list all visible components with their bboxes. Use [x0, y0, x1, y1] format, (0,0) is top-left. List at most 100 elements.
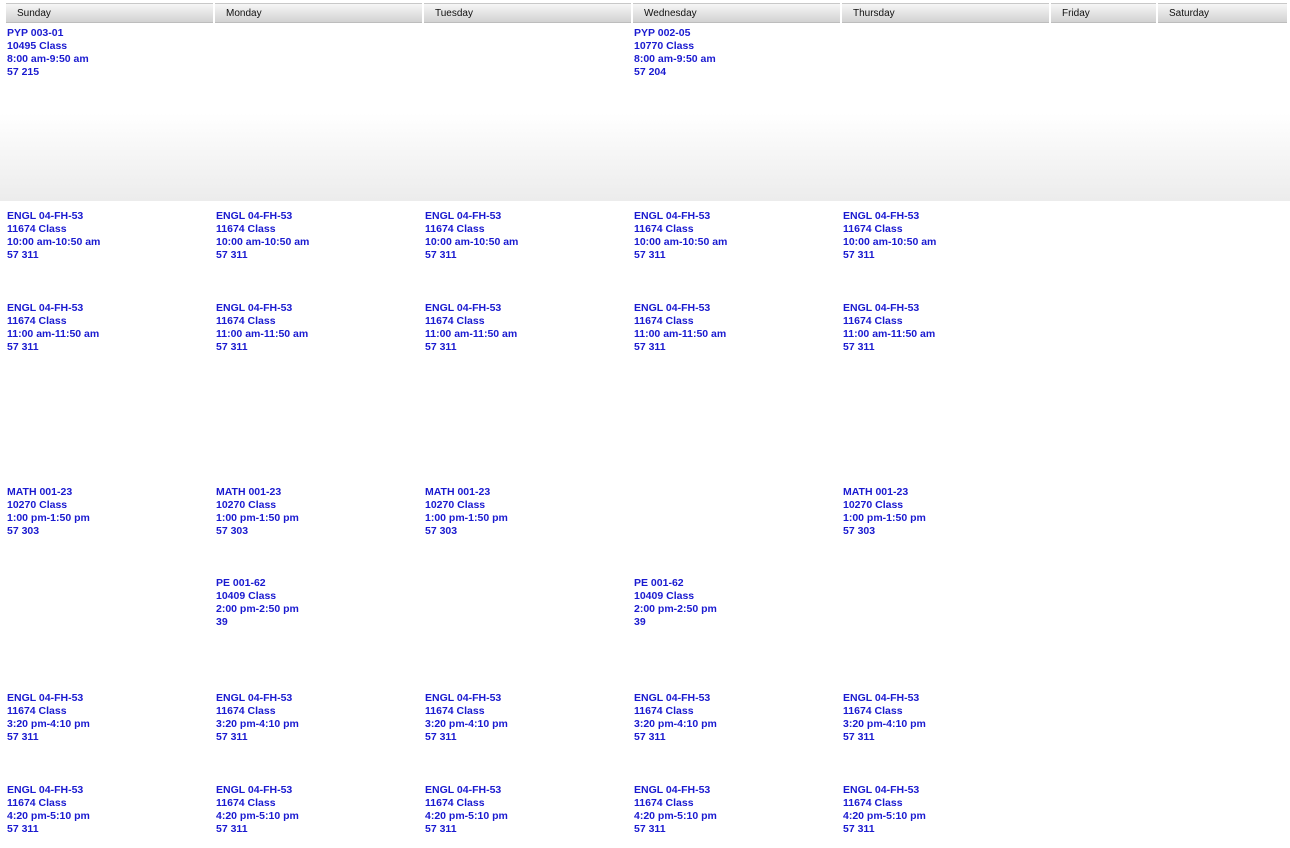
class-event-thursday[interactable]: ENGL 04-FH-53 11674 Class 4:20 pm-5:10 pm 5… [843, 784, 926, 836]
class-event-thursday[interactable]: ENGL 04-FH-53 11674 Class 3:20 pm-4:10 pm 5… [843, 692, 926, 744]
class-event-tuesday[interactable]: ENGL 04-FH-53 11674 Class 11:00 am-11:50 a… [425, 302, 517, 354]
event-time: 10:00 am-10:50 am [216, 236, 310, 248]
event-class-no: 11674 Class [634, 705, 694, 717]
event-room: 57 311 [425, 731, 457, 743]
event-time: 4:20 pm-5:10 pm [7, 810, 90, 822]
class-event-monday[interactable]: PE 001-62 10409 Class 2:00 pm-2:50 pm 39 [216, 577, 299, 629]
event-time: 11:00 am-11:50 am [843, 328, 936, 340]
day-header-thursday: Thursday [842, 3, 1049, 23]
event-time: 1:00 pm-1:50 pm [843, 512, 926, 524]
class-event-wednesday[interactable]: ENGL 04-FH-53 11674 Class 10:00 am-10:50 a… [634, 210, 727, 262]
class-event-monday[interactable]: ENGL 04-FH-53 11674 Class 10:00 am-10:50 a… [216, 210, 309, 262]
event-room: 39 [634, 616, 646, 628]
event-time: 11:00 am-11:50 am [425, 328, 518, 340]
event-course: ENGL 04-FH-53 [216, 784, 293, 796]
event-time: 11:00 am-11:50 am [634, 328, 727, 340]
event-class-no: 11674 Class [843, 315, 903, 327]
class-event-sunday[interactable]: ENGL 04-FH-53 11674 Class 4:20 pm-5:10 pm 5… [7, 784, 90, 836]
event-course: MATH 001-23 [843, 486, 909, 498]
class-event-tuesday[interactable]: ENGL 04-FH-53 11674 Class 10:00 am-10:50 a… [425, 210, 518, 262]
class-event-wednesday[interactable]: ENGL 04-FH-53 11674 Class 3:20 pm-4:10 pm 5… [634, 692, 717, 744]
class-event-sunday[interactable]: MATH 001-23 10270 Class 1:00 pm-1:50 pm 57 … [7, 486, 90, 538]
class-event-sunday[interactable]: ENGL 04-FH-53 11674 Class 10:00 am-10:50 a… [7, 210, 100, 262]
event-time: 11:00 am-11:50 am [7, 328, 100, 340]
event-course: PYP 002-05 [634, 27, 691, 39]
event-course: ENGL 04-FH-53 [843, 692, 920, 704]
class-event-tuesday[interactable]: MATH 001-23 10270 Class 1:00 pm-1:50 pm 57 … [425, 486, 508, 538]
event-class-no: 11674 Class [7, 705, 67, 717]
class-event-monday[interactable]: MATH 001-23 10270 Class 1:00 pm-1:50 pm 57 … [216, 486, 299, 538]
class-event-sunday[interactable]: ENGL 04-FH-53 11674 Class 11:00 am-11:50 a… [7, 302, 99, 354]
class-event-sunday[interactable]: PYP 003-01 10495 Class 8:00 am-9:50 am 57 2… [7, 27, 89, 79]
event-room: 57 303 [7, 525, 40, 537]
event-room: 57 311 [216, 341, 248, 353]
class-event-thursday[interactable]: ENGL 04-FH-53 11674 Class 10:00 am-10:50 a… [843, 210, 936, 262]
event-room: 57 311 [7, 823, 39, 835]
day-header-tuesday: Tuesday [424, 3, 631, 23]
event-room: 57 303 [216, 525, 249, 537]
event-course: ENGL 04-FH-53 [7, 302, 84, 314]
event-room: 57 311 [634, 249, 666, 261]
event-room: 57 311 [7, 731, 39, 743]
class-event-wednesday[interactable]: PE 001-62 10409 Class 2:00 pm-2:50 pm 39 [634, 577, 717, 629]
event-class-no: 11674 Class [7, 315, 67, 327]
event-class-no: 11674 Class [634, 315, 694, 327]
event-room: 57 311 [843, 731, 875, 743]
event-course: MATH 001-23 [425, 486, 491, 498]
event-time: 3:20 pm-4:10 pm [425, 718, 508, 730]
class-event-thursday[interactable]: ENGL 04-FH-53 11674 Class 11:00 am-11:50 a… [843, 302, 935, 354]
event-room: 57 303 [425, 525, 458, 537]
event-room: 57 311 [7, 249, 39, 261]
event-room: 57 311 [425, 341, 457, 353]
class-event-wednesday[interactable]: ENGL 04-FH-53 11674 Class 11:00 am-11:50 a… [634, 302, 726, 354]
event-course: MATH 001-23 [7, 486, 73, 498]
event-course: ENGL 04-FH-53 [634, 692, 711, 704]
event-class-no: 10495 Class [7, 40, 68, 52]
class-event-wednesday[interactable]: ENGL 04-FH-53 11674 Class 4:20 pm-5:10 pm 5… [634, 784, 717, 836]
day-header-wednesday: Wednesday [633, 3, 840, 23]
event-room: 57 311 [425, 249, 457, 261]
event-class-no: 11674 Class [843, 223, 903, 235]
event-course: MATH 001-23 [216, 486, 282, 498]
class-event-monday[interactable]: ENGL 04-FH-53 11674 Class 4:20 pm-5:10 pm 5… [216, 784, 299, 836]
event-time: 3:20 pm-4:10 pm [7, 718, 90, 730]
event-class-no: 11674 Class [216, 705, 276, 717]
event-class-no: 11674 Class [425, 315, 485, 327]
class-event-monday[interactable]: ENGL 04-FH-53 11674 Class 11:00 am-11:50 a… [216, 302, 308, 354]
class-event-monday[interactable]: ENGL 04-FH-53 11674 Class 3:20 pm-4:10 pm 5… [216, 692, 299, 744]
event-class-no: 10270 Class [425, 499, 486, 511]
event-class-no: 10770 Class [634, 40, 695, 52]
event-time: 1:00 pm-1:50 pm [216, 512, 299, 524]
event-course: ENGL 04-FH-53 [425, 692, 502, 704]
event-course: ENGL 04-FH-53 [843, 302, 920, 314]
event-time: 10:00 am-10:50 am [634, 236, 728, 248]
event-class-no: 11674 Class [843, 797, 903, 809]
class-event-sunday[interactable]: ENGL 04-FH-53 11674 Class 3:20 pm-4:10 pm 5… [7, 692, 90, 744]
event-class-no: 11674 Class [634, 797, 694, 809]
event-room: 57 215 [7, 66, 40, 78]
event-class-no: 10270 Class [843, 499, 904, 511]
event-room: 57 311 [634, 731, 666, 743]
event-class-no: 10270 Class [216, 499, 277, 511]
event-class-no: 11674 Class [7, 797, 67, 809]
event-class-no: 11674 Class [425, 223, 485, 235]
event-course: ENGL 04-FH-53 [216, 692, 293, 704]
event-room: 57 311 [216, 823, 248, 835]
event-room: 57 311 [216, 731, 248, 743]
event-time: 1:00 pm-1:50 pm [425, 512, 508, 524]
event-class-no: 11674 Class [216, 797, 276, 809]
class-event-thursday[interactable]: MATH 001-23 10270 Class 1:00 pm-1:50 pm 57 … [843, 486, 926, 538]
event-room: 57 311 [634, 341, 666, 353]
event-time: 1:00 pm-1:50 pm [7, 512, 90, 524]
event-course: ENGL 04-FH-53 [216, 210, 293, 222]
event-class-no: 11674 Class [634, 223, 694, 235]
event-room: 57 311 [634, 823, 666, 835]
class-event-tuesday[interactable]: ENGL 04-FH-53 11674 Class 4:20 pm-5:10 pm 5… [425, 784, 508, 836]
event-room: 57 311 [425, 823, 457, 835]
class-event-tuesday[interactable]: ENGL 04-FH-53 11674 Class 3:20 pm-4:10 pm 5… [425, 692, 508, 744]
event-course: ENGL 04-FH-53 [7, 692, 84, 704]
event-course: ENGL 04-FH-53 [634, 302, 711, 314]
class-event-wednesday[interactable]: PYP 002-05 10770 Class 8:00 am-9:50 am 57 2… [634, 27, 716, 79]
event-class-no: 11674 Class [216, 223, 276, 235]
day-header-sunday: Sunday [6, 3, 213, 23]
